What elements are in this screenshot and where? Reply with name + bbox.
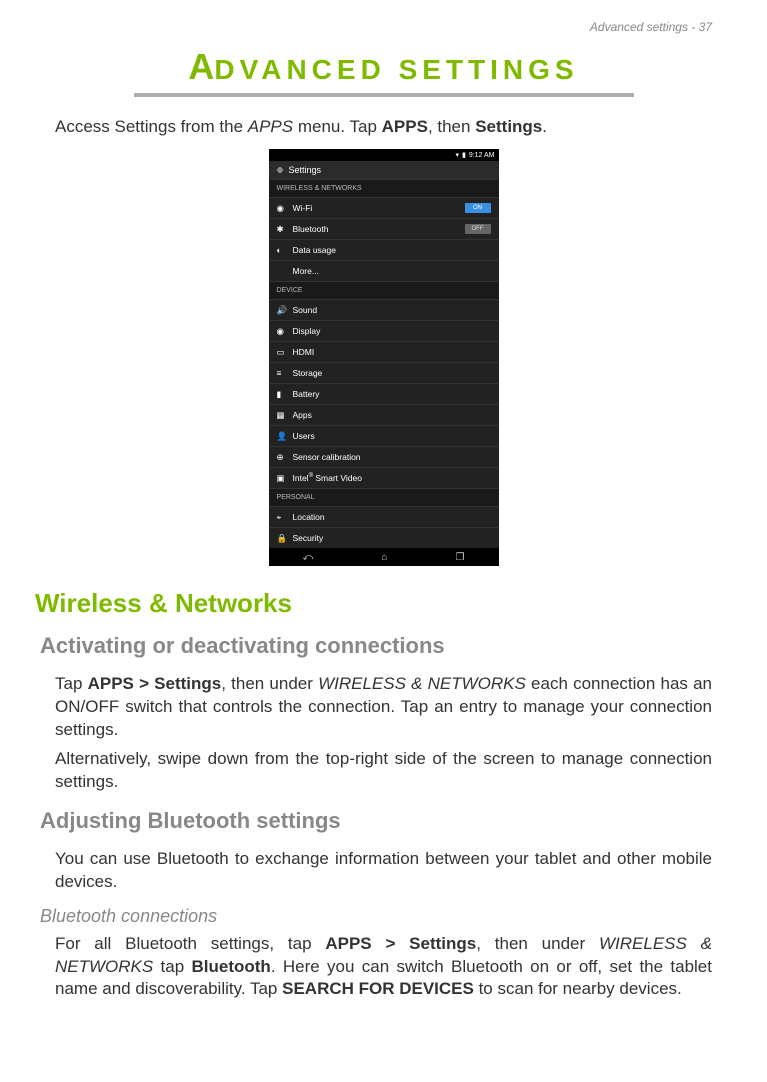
- paragraph-activating-2: Alternatively, swipe down from the top-r…: [55, 748, 712, 794]
- signal-icon: ▾: [455, 151, 459, 159]
- section-device: DEVICE: [269, 281, 499, 299]
- page-title: ADVANCED SETTINGS: [55, 46, 712, 88]
- row-intel-smart-video[interactable]: ▣ Intel® Smart Video: [269, 467, 499, 488]
- heading-bluetooth-connections: Bluetooth connections: [40, 906, 712, 927]
- heading-adjusting-bluetooth: Adjusting Bluetooth settings: [40, 808, 712, 834]
- status-bar: ▾ ▮ 9:12 AM: [269, 149, 499, 161]
- section-personal: PERSONAL: [269, 488, 499, 506]
- sound-icon: 🔊: [277, 305, 287, 315]
- lock-icon: 🔒: [277, 533, 287, 543]
- settings-screenshot: ▾ ▮ 9:12 AM Settings WIRELESS & NETWORKS…: [269, 149, 499, 566]
- row-sensor-calibration[interactable]: ⊕ Sensor calibration: [269, 446, 499, 467]
- row-battery[interactable]: ▮ Battery: [269, 383, 499, 404]
- row-sound-label: Sound: [293, 305, 318, 315]
- row-display[interactable]: ◉ Display: [269, 320, 499, 341]
- hdmi-icon: ▭: [277, 347, 287, 357]
- nav-bar: ⤺ ⌂ ❐: [269, 548, 499, 566]
- row-users-label: Users: [293, 431, 315, 441]
- row-intel-label: Intel® Smart Video: [293, 473, 362, 483]
- row-bluetooth-label: Bluetooth: [293, 224, 329, 234]
- row-location-label: Location: [293, 512, 325, 522]
- intro-text: Access Settings from the: [55, 117, 248, 136]
- row-display-label: Display: [293, 326, 321, 336]
- row-security[interactable]: 🔒 Security: [269, 527, 499, 548]
- status-time: 9:12 AM: [469, 152, 495, 159]
- row-users[interactable]: 👤 Users: [269, 425, 499, 446]
- title-initial: A: [188, 46, 214, 87]
- home-icon[interactable]: ⌂: [381, 552, 387, 563]
- heading-wireless-networks: Wireless & Networks: [35, 588, 712, 619]
- row-battery-label: Battery: [293, 389, 320, 399]
- paragraph-activating-1: Tap APPS > Settings, then under WIRELESS…: [55, 673, 712, 742]
- storage-icon: ≡: [277, 368, 287, 378]
- settings-gear-icon: [275, 165, 285, 175]
- row-hdmi-label: HDMI: [293, 347, 315, 357]
- battery-icon: ▮: [462, 151, 466, 159]
- back-icon[interactable]: ⤺: [303, 552, 314, 563]
- section-wireless: WIRELESS & NETWORKS: [269, 179, 499, 197]
- paragraph-bluetooth-connections: For all Bluetooth settings, tap APPS > S…: [55, 933, 712, 1002]
- row-wifi-label: Wi-Fi: [293, 203, 313, 213]
- row-sensor-label: Sensor calibration: [293, 452, 361, 462]
- title-rest: DVANCED SETTINGS: [214, 54, 578, 85]
- intro-text: menu. Tap: [293, 117, 382, 136]
- display-icon: ◉: [277, 326, 287, 336]
- intro-apps-bold: APPS: [382, 117, 428, 136]
- blank-icon: [277, 266, 287, 276]
- title-divider: [134, 93, 634, 97]
- paragraph-bluetooth-1: You can use Bluetooth to exchange inform…: [55, 848, 712, 894]
- intro-apps-italic: APPS: [248, 117, 293, 136]
- row-storage[interactable]: ≡ Storage: [269, 362, 499, 383]
- wifi-toggle[interactable]: ON: [465, 203, 491, 213]
- intro-text: , then: [428, 117, 475, 136]
- row-more-label: More...: [293, 266, 319, 276]
- location-icon: ⌖: [277, 512, 287, 522]
- row-bluetooth[interactable]: ✱ Bluetooth OFF: [269, 218, 499, 239]
- intro-paragraph: Access Settings from the APPS menu. Tap …: [55, 117, 712, 137]
- row-security-label: Security: [293, 533, 324, 543]
- users-icon: 👤: [277, 431, 287, 441]
- row-data-label: Data usage: [293, 245, 336, 255]
- row-location[interactable]: ⌖ Location: [269, 506, 499, 527]
- intro-text: .: [542, 117, 547, 136]
- recent-icon[interactable]: ❐: [455, 552, 464, 563]
- row-wifi[interactable]: ◉ Wi-Fi ON: [269, 197, 499, 218]
- row-hdmi[interactable]: ▭ HDMI: [269, 341, 499, 362]
- screenshot-app-title: Settings: [289, 165, 322, 175]
- wifi-icon: ◉: [277, 203, 287, 213]
- page-header: Advanced settings - 37: [55, 20, 712, 34]
- apps-icon: ▦: [277, 410, 287, 420]
- row-more[interactable]: More...: [269, 260, 499, 281]
- row-sound[interactable]: 🔊 Sound: [269, 299, 499, 320]
- screenshot-app-title-bar: Settings: [269, 161, 499, 179]
- bluetooth-icon: ✱: [277, 224, 287, 234]
- data-usage-icon: ◐: [277, 245, 287, 255]
- row-storage-label: Storage: [293, 368, 323, 378]
- row-apps[interactable]: ▦ Apps: [269, 404, 499, 425]
- heading-activating: Activating or deactivating connections: [40, 633, 712, 659]
- battery-row-icon: ▮: [277, 389, 287, 399]
- video-icon: ▣: [277, 473, 287, 483]
- intro-settings-bold: Settings: [475, 117, 542, 136]
- row-apps-label: Apps: [293, 410, 312, 420]
- bluetooth-toggle[interactable]: OFF: [465, 224, 491, 234]
- row-data-usage[interactable]: ◐ Data usage: [269, 239, 499, 260]
- sensor-icon: ⊕: [277, 452, 287, 462]
